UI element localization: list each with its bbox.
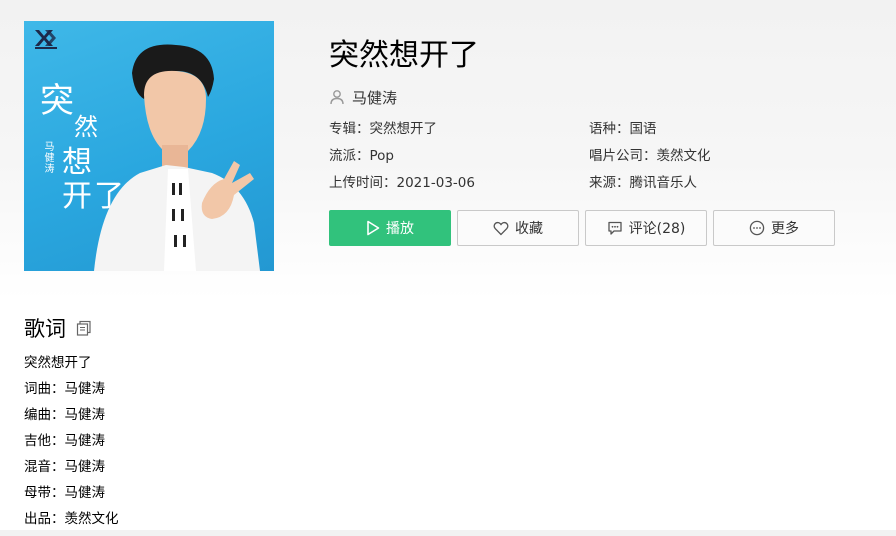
- play-icon: [367, 220, 380, 236]
- user-icon: [330, 90, 344, 105]
- lyrics-body: 突然想开了 词曲：马健涛 编曲：马健涛 吉他：马健涛 混音：马健涛 母带：马健涛…: [24, 354, 119, 536]
- lyric-line: 吉他：马健涛: [24, 433, 105, 449]
- heart-icon: [493, 221, 509, 235]
- play-button-label: 播放: [386, 221, 414, 237]
- song-title: 突然想开了: [329, 38, 479, 73]
- comment-icon: [607, 221, 622, 235]
- meta-label: 语种：: [589, 121, 630, 137]
- meta-label: 流派：: [329, 148, 370, 164]
- more-button-label: 更多: [771, 221, 799, 237]
- meta-value: 羡然文化: [656, 148, 711, 164]
- label-logo-icon: [35, 30, 57, 49]
- lyric-line: 母带：马健涛: [24, 485, 105, 501]
- meta-upload-time: 上传时间：2021-03-06: [329, 174, 475, 192]
- lyric-line: 词曲：马健涛: [24, 381, 105, 397]
- comment-button[interactable]: 评论(28): [585, 210, 707, 246]
- meta-company: 唱片公司：羡然文化: [589, 147, 711, 165]
- artist-link[interactable]: 马健涛: [329, 86, 397, 108]
- meta-language: 语种：国语: [589, 120, 657, 138]
- meta-value: Pop: [369, 148, 395, 164]
- meta-value: 2021-03-06: [396, 175, 475, 191]
- lyric-line: 出品：羡然文化: [24, 511, 119, 527]
- lyric-line: 混音：马健涛: [24, 459, 105, 475]
- meta-value: 国语: [629, 121, 657, 137]
- lyric-line: 编曲：马健涛: [24, 407, 105, 423]
- cover-title-char: 开了: [62, 179, 126, 214]
- more-dots-icon: [749, 220, 765, 236]
- favorite-button-label: 收藏: [515, 221, 543, 237]
- lyrics-heading: 歌词: [24, 317, 66, 341]
- lyric-line: 突然想开了: [24, 355, 92, 371]
- meta-label: 上传时间：: [329, 175, 397, 191]
- meta-value: 腾讯音乐人: [629, 175, 698, 191]
- meta-genre: 流派：Pop: [329, 147, 394, 165]
- meta-album: 专辑：突然想开了: [329, 120, 437, 138]
- lyrics-header: 歌词: [24, 313, 92, 343]
- favorite-button[interactable]: 收藏: [457, 210, 579, 246]
- comment-button-label: 评论(28): [628, 221, 686, 237]
- meta-source: 来源：腾讯音乐人: [589, 174, 697, 192]
- cover-title-char: 然: [74, 113, 100, 141]
- copy-icon[interactable]: [76, 320, 92, 336]
- play-button[interactable]: 播放: [329, 210, 451, 246]
- more-button[interactable]: 更多: [713, 210, 835, 246]
- album-cover: 突 然 想 开了 马健涛: [24, 21, 274, 271]
- meta-label: 来源：: [589, 175, 630, 191]
- cover-artist: 马健涛: [42, 141, 53, 174]
- meta-label: 唱片公司：: [589, 148, 657, 164]
- meta-label: 专辑：: [329, 121, 370, 137]
- album-link[interactable]: 突然想开了: [370, 121, 438, 137]
- artist-name[interactable]: 马健涛: [352, 87, 397, 108]
